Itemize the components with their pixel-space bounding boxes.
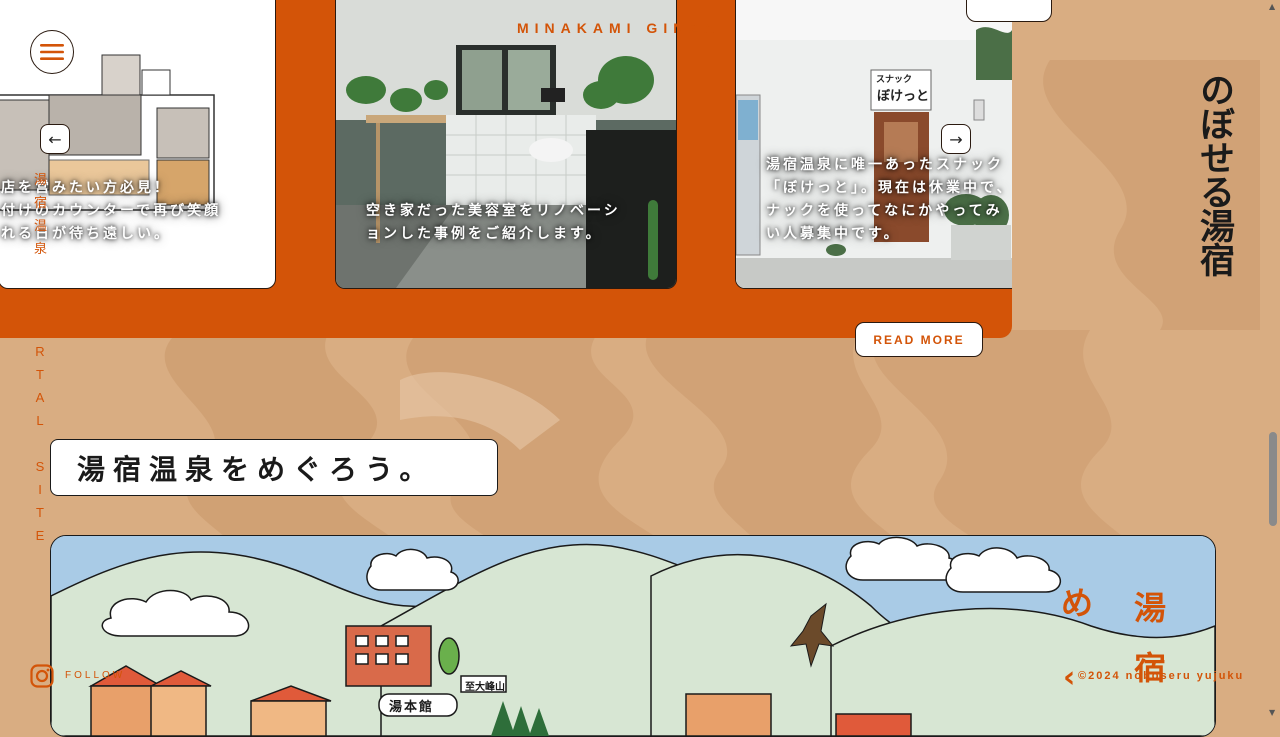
card-tab-pill — [966, 0, 1052, 22]
article-card-3-text: 湯宿温泉に唯一あったスナック 「ぼけっと」。現在は休業中で、 ナックを使ってなに… — [766, 157, 1012, 242]
scroll-up-icon[interactable]: ▲ — [1269, 2, 1275, 11]
map-label-road: 至大峰山 — [465, 682, 505, 693]
site-logo[interactable]: のぼせる湯宿 — [1186, 72, 1234, 276]
article-card-2-text: 空き家だった美容室をリノベーシ ョンした事例をご紹介します。 — [366, 203, 621, 242]
map-title-col1: め — [1061, 584, 1094, 622]
snack-sign-top: スナック — [876, 75, 913, 85]
map-illustration — [51, 536, 1215, 736]
arrow-right-icon: → — [949, 129, 963, 149]
site-brand-label: MINAKAMI GINZA — [517, 20, 720, 36]
arrow-left-icon: ← — [48, 129, 62, 149]
copyright-text: ©2024 noboseru yujuku — [1078, 670, 1245, 682]
scrollbar-thumb[interactable] — [1269, 432, 1277, 526]
follow-label[interactable]: FOLLOW — [65, 670, 125, 681]
illustrated-map[interactable]: 湯本館 至大峰山 め 湯 宿 — [50, 535, 1216, 737]
article-card-2[interactable]: 空き家だった美容室をリノベーシ ョンした事例をご紹介します。 — [335, 0, 677, 289]
carousel-prev-button[interactable]: ← — [40, 124, 70, 154]
carousel-next-button[interactable]: → — [941, 124, 971, 154]
menu-button[interactable] — [30, 30, 74, 74]
section-heading-box: 湯宿温泉をめぐろう。 — [50, 439, 498, 496]
hamburger-icon — [40, 44, 64, 60]
section-heading: 湯宿温泉をめぐろう。 — [77, 452, 436, 486]
scroll-down-icon[interactable]: ▼ — [1269, 708, 1275, 717]
read-more-button[interactable]: READ MORE — [855, 322, 983, 357]
snack-sign-main: ぼけっと — [877, 89, 930, 104]
instagram-icon[interactable] — [30, 664, 54, 688]
chevron-left-icon[interactable]: ‹ — [1063, 660, 1075, 695]
map-label-yumotokan[interactable]: 湯本館 — [389, 696, 434, 715]
page-scrollbar[interactable]: ▲ ▼ — [1266, 0, 1280, 720]
side-vertical-portal-site: R T A L S I T E — [35, 344, 45, 543]
side-vertical-yujuku: 湯 宿 温 泉 — [34, 172, 48, 256]
